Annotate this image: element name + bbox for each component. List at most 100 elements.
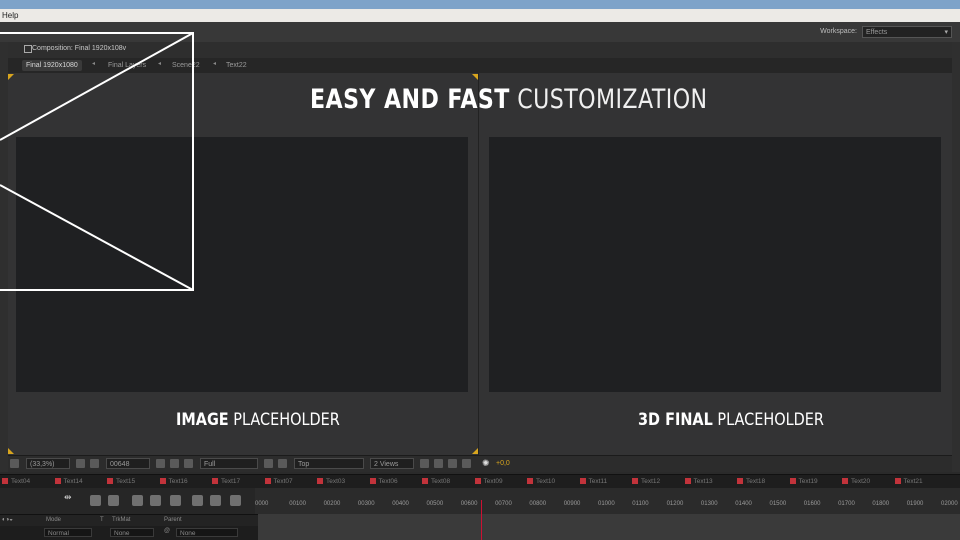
label-color-icon	[789, 478, 796, 484]
label-color-icon	[159, 478, 166, 484]
ruler-tick-label: 00400	[392, 501, 409, 507]
ruler-tick-label: 01700	[838, 501, 855, 507]
timeline-tab[interactable]: Text15	[107, 478, 135, 485]
mask-icon[interactable]	[90, 459, 99, 468]
ruler-tick-label: 01200	[666, 501, 684, 507]
grid-icon[interactable]	[76, 459, 85, 468]
color-channels-icon[interactable]	[184, 459, 193, 468]
timeline-tabs: Text04 Text14 Text15 Text16 Text17 Text07 Text…	[0, 474, 960, 489]
pickwhip-icon[interactable]: @	[164, 528, 170, 534]
motion-blur-icon[interactable]	[170, 495, 181, 506]
ruler-tick-label: 01900	[906, 501, 924, 507]
timeline-tab-label: Text20	[851, 478, 871, 485]
timeline-tab[interactable]: Text20	[842, 478, 870, 485]
timeline-tab[interactable]: Text12	[632, 478, 660, 485]
label-color-icon	[369, 478, 376, 484]
playhead[interactable]	[481, 500, 482, 540]
shy-layers-icon[interactable]	[132, 495, 143, 506]
av-switches-icon[interactable]: ◐◑◒	[2, 517, 13, 523]
fast-preview-icon[interactable]	[434, 459, 443, 468]
mode-dropdown[interactable]: Normal	[44, 528, 92, 537]
timeline-tab-label: Text17	[221, 478, 241, 485]
layer-duration-bar[interactable]	[258, 514, 960, 540]
parent-dropdown[interactable]: None	[176, 528, 238, 537]
parent-column-header: Parent	[164, 517, 182, 523]
timeline-tab-label: Text10	[536, 478, 556, 485]
timeline-tab[interactable]: Text16	[159, 478, 188, 485]
timeline-tab-label: Text19	[798, 478, 818, 485]
timeline-tab-label: Text14	[63, 478, 83, 485]
timeline-tab-label: Text08	[431, 478, 451, 485]
timeline-tab[interactable]: Text14	[54, 478, 83, 485]
label-color-icon	[474, 478, 481, 484]
expand-arrows-icon[interactable]: ⇹	[64, 492, 75, 503]
timeline-tab[interactable]: Text11	[579, 478, 608, 485]
camera-icon[interactable]	[156, 459, 165, 468]
toggle-pixel-icon[interactable]	[420, 459, 429, 468]
graph-editor-icon[interactable]	[192, 495, 203, 506]
timeline-tab-label: Text07	[273, 478, 293, 485]
timeline-tools: ⇹	[0, 488, 255, 514]
comp-mini-flowchart-icon[interactable]	[90, 495, 101, 506]
ruler-tick-label: 01800	[872, 501, 890, 507]
label-color-icon	[264, 478, 271, 484]
zoom-dropdown[interactable]: (33,3%)	[26, 458, 70, 469]
always-preview-icon[interactable]	[10, 459, 19, 468]
corner-marker-icon	[472, 448, 478, 454]
timeline-tab[interactable]: Text09	[474, 478, 503, 485]
timeline-tab[interactable]: Text18	[737, 478, 765, 485]
corner-marker-icon	[472, 74, 478, 80]
views-layout-dropdown[interactable]: 2 Views	[370, 458, 414, 469]
corner-marker-icon	[8, 74, 14, 80]
timeline-tab-label: Text15	[116, 478, 136, 485]
label-color-icon	[842, 478, 848, 484]
timeline-tab[interactable]: Text10	[527, 478, 555, 485]
region-icon[interactable]	[264, 459, 273, 468]
ruler-tick-label: 01600	[803, 501, 821, 507]
timeline-ruler[interactable]: 0000 00100 00200 00300 00400 00500 00600 00700 0…	[255, 488, 960, 514]
label-color-icon	[212, 478, 218, 484]
exposure-value[interactable]: +0,0	[496, 458, 510, 469]
timeline-tab[interactable]: Text03	[317, 478, 345, 485]
brainstorm-icon[interactable]	[210, 495, 221, 506]
flowchart-icon[interactable]	[462, 459, 471, 468]
timeline-tab-label: Text09	[483, 478, 503, 485]
label-color-icon	[107, 478, 113, 484]
exposure-icon[interactable]: ✺	[482, 458, 490, 469]
ruler-tick-label: 01400	[735, 501, 752, 507]
draft-3d-icon[interactable]	[108, 495, 119, 506]
timeline-tab-label: Text11	[588, 478, 608, 485]
ruler-tick-label: 00600	[460, 501, 478, 507]
ruler-tick-label: 00700	[495, 501, 512, 507]
ruler-tick-label: 00100	[289, 501, 306, 507]
ruler-tick-label: 00300	[357, 501, 375, 507]
timeline-tab[interactable]: Text08	[422, 478, 450, 485]
trkmat-dropdown[interactable]: None	[110, 528, 154, 537]
timeline-tab[interactable]: Text13	[684, 478, 713, 485]
timecode-field[interactable]: 00648	[106, 458, 150, 469]
transparency-grid-icon[interactable]	[278, 459, 287, 468]
frame-blending-icon[interactable]	[150, 495, 161, 506]
timeline-tab[interactable]: Text19	[789, 478, 818, 485]
label-color-icon	[317, 478, 323, 484]
timeline-icon[interactable]	[448, 459, 457, 468]
trkmat-column-header: TrkMat	[112, 517, 131, 523]
timeline-tab-label: Text18	[746, 478, 766, 485]
timeline-tab[interactable]: Text07	[264, 478, 293, 485]
ruler-tick-label: 00800	[529, 501, 547, 507]
timeline-tab[interactable]: Text21	[894, 478, 923, 485]
timeline-tab[interactable]: Text17	[212, 478, 240, 485]
resolution-dropdown[interactable]: Full	[200, 458, 258, 469]
ruler-tick-label: 01100	[632, 501, 649, 507]
timeline-tab[interactable]: Text04	[2, 478, 30, 485]
label-color-icon	[737, 478, 743, 484]
label-color-icon	[54, 478, 61, 484]
person-icon[interactable]	[170, 459, 179, 468]
timeline-tab[interactable]: Text06	[369, 478, 398, 485]
ruler-tick-label: 01000	[598, 501, 615, 507]
ruler-tick-label: 01500	[769, 501, 787, 507]
view-dropdown[interactable]: Top	[294, 458, 364, 469]
live-update-icon[interactable]	[230, 495, 241, 506]
timeline-tab-label: Text21	[903, 478, 923, 485]
label-color-icon	[684, 478, 691, 484]
